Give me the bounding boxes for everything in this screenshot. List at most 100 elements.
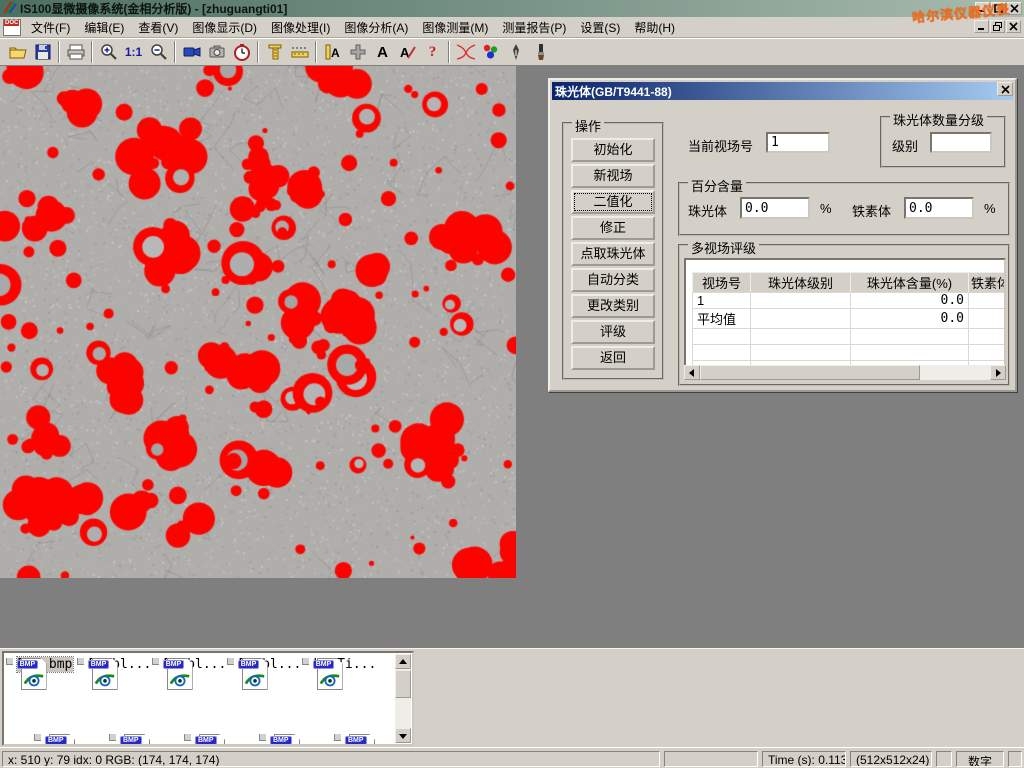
- close-button[interactable]: [1007, 2, 1022, 15]
- grading-group-label: 珠光体数量分级: [890, 110, 987, 129]
- new-field-button[interactable]: 新视场: [571, 164, 655, 188]
- toolbar-separator: [174, 41, 176, 63]
- save-icon[interactable]: [30, 40, 55, 64]
- app-icon: [2, 0, 17, 18]
- change-class-button[interactable]: 更改类别: [571, 294, 655, 318]
- mdi-close-button[interactable]: [1006, 20, 1021, 33]
- toolbar-separator: [257, 41, 259, 63]
- file-item[interactable]: BMP HuiTi...: [310, 657, 380, 672]
- scroll-up-icon[interactable]: [395, 654, 411, 669]
- menu-help[interactable]: 帮助(H): [627, 16, 682, 39]
- col-pearlite-content[interactable]: 珠光体含量(%): [851, 273, 969, 293]
- scroll-down-icon[interactable]: [395, 728, 411, 743]
- help-icon[interactable]: ?: [420, 40, 445, 64]
- text-tool-icon[interactable]: A: [370, 40, 395, 64]
- toolbar-separator: [448, 41, 450, 63]
- grading-group: 珠光体数量分级 级别: [880, 116, 1006, 168]
- dialog-title-bar[interactable]: 珠光体(GB/T9441-88): [552, 82, 1013, 100]
- menu-file[interactable]: 文件(F): [24, 16, 77, 39]
- grid-tool-icon[interactable]: [345, 40, 370, 64]
- open-folder-icon[interactable]: [5, 40, 30, 64]
- menu-view[interactable]: 查看(V): [131, 16, 185, 39]
- image-size-status: (512x512x24): [850, 751, 932, 767]
- zoom-out-icon[interactable]: [146, 40, 171, 64]
- file-item[interactable]: BMP Doubl...: [85, 657, 155, 672]
- menu-image-processing[interactable]: 图像处理(I): [264, 16, 337, 39]
- status-panel-empty: [664, 751, 758, 767]
- file-item[interactable]: BMP Doubl...: [235, 657, 305, 672]
- col-ferrite[interactable]: 铁素体: [969, 273, 1007, 293]
- auto-classify-button[interactable]: 自动分类: [571, 268, 655, 292]
- brush-tool-icon[interactable]: [528, 40, 553, 64]
- file-item[interactable]: BMP Doubl...: [160, 657, 230, 672]
- capture-camera-icon[interactable]: [204, 40, 229, 64]
- current-field-label: 当前视场号: [688, 136, 753, 155]
- cursor-status: x: 510 y: 79 idx: 0 RGB: (174, 174, 174): [2, 751, 660, 767]
- video-camera-icon[interactable]: [179, 40, 204, 64]
- menu-edit[interactable]: 编辑(E): [77, 16, 131, 39]
- measure-text-icon[interactable]: A: [320, 40, 345, 64]
- table-row[interactable]: 1 0.0: [693, 293, 1007, 309]
- mode-status: 数字: [956, 751, 1004, 767]
- specimen-image[interactable]: [0, 66, 516, 578]
- col-pearlite-grade[interactable]: 珠光体级别: [751, 273, 851, 293]
- actual-size-button[interactable]: 1:1: [121, 40, 146, 64]
- table-hscrollbar[interactable]: [684, 365, 1006, 380]
- curve-tool-icon[interactable]: [453, 40, 478, 64]
- pen-tool-icon[interactable]: [503, 40, 528, 64]
- timer-icon[interactable]: [229, 40, 254, 64]
- scroll-right-icon[interactable]: [990, 365, 1006, 380]
- grade-input[interactable]: [930, 132, 992, 153]
- ruler-icon[interactable]: [287, 40, 312, 64]
- toolbar: 1:1 A A A ?: [0, 38, 1024, 66]
- operations-group: 操作 初始化 新视场 二值化 修正 点取珠光体 自动分类 更改类别 评级 返回: [562, 122, 664, 380]
- grade-label: 级别: [892, 136, 918, 155]
- document-icon[interactable]: DOC: [3, 19, 21, 36]
- pearlite-percent-input[interactable]: [740, 197, 810, 219]
- menu-measure-report[interactable]: 测量报告(P): [495, 16, 573, 39]
- hscroll-thumb[interactable]: [700, 365, 920, 380]
- mdi-minimize-button[interactable]: [974, 20, 989, 33]
- grading-table-container: 视场号 珠光体级别 珠光体含量(%) 铁素体 1 0.0 平均值 0.0: [684, 258, 1006, 370]
- file-list-vscrollbar[interactable]: [395, 654, 411, 743]
- current-field-input[interactable]: [766, 132, 830, 153]
- ferrite-percent-sign: %: [984, 201, 996, 216]
- print-icon[interactable]: [63, 40, 88, 64]
- table-row: [693, 345, 1007, 361]
- col-field-number[interactable]: 视场号: [693, 273, 751, 293]
- minimize-button[interactable]: [975, 2, 990, 15]
- return-button[interactable]: 返回: [571, 346, 655, 370]
- vscroll-thumb[interactable]: [395, 670, 411, 698]
- window-title: IS100显微摄像系统(金相分析版) - [zhuguangti01]: [20, 0, 287, 17]
- grade-button[interactable]: 评级: [571, 320, 655, 344]
- file-list: BMP DKF.bmp BMP Doubl... BMP Doubl... BM…: [2, 651, 414, 746]
- dialog-close-icon[interactable]: [997, 82, 1013, 96]
- correct-button[interactable]: 修正: [571, 216, 655, 240]
- toolbar-separator: [58, 41, 60, 63]
- file-item[interactable]: BMP DKF.bmp: [10, 657, 80, 672]
- binarize-button[interactable]: 二值化: [571, 190, 655, 214]
- classification-icon[interactable]: [478, 40, 503, 64]
- multifield-group-label: 多视场评级: [688, 238, 759, 257]
- annotate-icon[interactable]: A: [395, 40, 420, 64]
- ferrite-percent-input[interactable]: [904, 197, 974, 219]
- dialog-title: 珠光体(GB/T9441-88): [555, 83, 672, 100]
- table-row[interactable]: 平均值 0.0: [693, 309, 1007, 329]
- scroll-left-icon[interactable]: [684, 365, 700, 380]
- menu-settings[interactable]: 设置(S): [573, 16, 627, 39]
- init-button[interactable]: 初始化: [571, 138, 655, 162]
- maximize-button[interactable]: [991, 2, 1006, 15]
- pick-pearlite-button[interactable]: 点取珠光体: [571, 242, 655, 266]
- menu-image-display[interactable]: 图像显示(D): [185, 16, 264, 39]
- menu-bar: DOC 文件(F) 编辑(E) 查看(V) 图像显示(D) 图像处理(I) 图像…: [0, 17, 1024, 38]
- menu-image-measure[interactable]: 图像测量(M): [415, 16, 495, 39]
- percent-group: 百分含量 珠光体 % 铁素体 %: [678, 182, 1010, 236]
- file-browser-panel: BMP DKF.bmp BMP Doubl... BMP Doubl... BM…: [0, 648, 1024, 747]
- caliper-icon[interactable]: [262, 40, 287, 64]
- zoom-in-icon[interactable]: [96, 40, 121, 64]
- svg-text:A: A: [331, 46, 340, 60]
- menu-image-analysis[interactable]: 图像分析(A): [337, 16, 415, 39]
- multifield-group: 多视场评级 视场号 珠光体级别 珠光体含量(%) 铁素体 1 0.0: [678, 244, 1010, 386]
- percent-group-label: 百分含量: [688, 176, 746, 195]
- mdi-restore-button[interactable]: [990, 20, 1005, 33]
